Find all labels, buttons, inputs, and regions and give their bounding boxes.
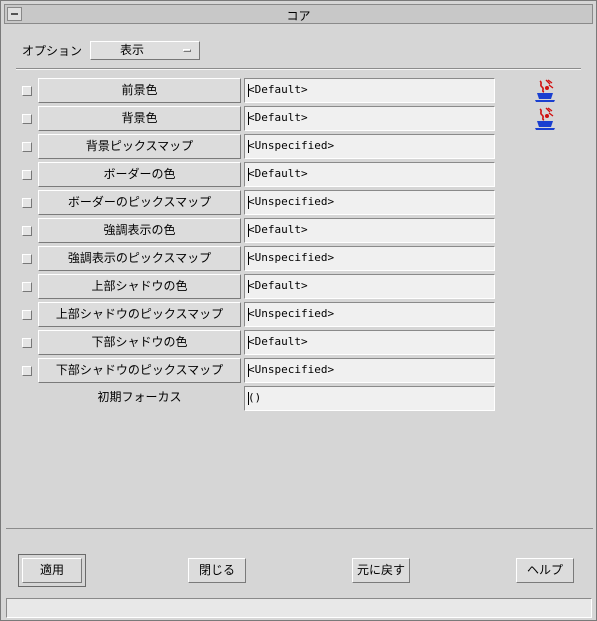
property-row: 上部シャドウのピックスマップ <Unspecified> [1,302,597,328]
property-name-button[interactable]: 前景色 [38,78,241,103]
property-name-button[interactable]: 上部シャドウのピックスマップ [38,302,241,327]
property-checkbox[interactable] [22,338,32,348]
color-editor-icon[interactable] [534,107,556,131]
property-checkbox[interactable] [22,282,32,292]
property-row: 上部シャドウの色 <Default> [1,274,597,300]
property-value-field[interactable]: <Default> [244,162,495,187]
property-name-button[interactable]: 下部シャドウのピックスマップ [38,358,241,383]
property-value-field[interactable]: <Unspecified> [244,302,495,327]
title-bar[interactable]: コア [4,4,593,24]
property-row: 前景色 <Default> [1,78,597,104]
property-value-field[interactable]: <Unspecified> [244,358,495,383]
window-title: コア [286,9,311,23]
property-row: ボーダーの色 <Default> [1,162,597,188]
property-name-button[interactable]: ボーダーのピックスマップ [38,190,241,215]
option-label: オプション [22,44,83,58]
properties-dialog: コア オプション 表示 前景色 <Default> 背景色 <Default> 背景ピッ… [0,0,597,621]
property-value-field[interactable]: <Default> [244,218,495,243]
property-checkbox[interactable] [22,114,32,124]
property-value-field[interactable]: <Unspecified> [244,190,495,215]
option-menu-indicator-icon [183,49,191,52]
color-editor-icon[interactable] [534,79,556,103]
property-value-field[interactable]: () [244,386,495,411]
property-value-field[interactable]: <Default> [244,106,495,131]
close-button[interactable]: 閉じる [188,558,246,583]
property-checkbox[interactable] [22,170,32,180]
property-checkbox[interactable] [22,226,32,236]
property-checkbox[interactable] [22,198,32,208]
property-name-button[interactable]: ボーダーの色 [38,162,241,187]
property-name-label: 初期フォーカス [97,390,182,404]
property-name-button[interactable]: 上部シャドウの色 [38,274,241,299]
help-button[interactable]: ヘルプ [516,558,574,583]
property-name-button[interactable]: 強調表示のピックスマップ [38,246,241,271]
property-name-button[interactable]: 強調表示の色 [38,218,241,243]
button-area [6,528,593,593]
property-row: 強調表示のピックスマップ <Unspecified> [1,246,597,272]
property-row: 下部シャドウのピックスマップ <Unspecified> [1,358,597,384]
property-row: 初期フォーカス () [1,386,597,412]
property-row: 背景ピックスマップ <Unspecified> [1,134,597,160]
separator [16,68,581,70]
property-row: 強調表示の色 <Default> [1,218,597,244]
property-value-field[interactable]: <Unspecified> [244,134,495,159]
property-row: 背景色 <Default> [1,106,597,132]
property-name-button[interactable]: 背景ピックスマップ [38,134,241,159]
property-value-field[interactable]: <Default> [244,78,495,103]
property-checkbox[interactable] [22,142,32,152]
option-menu-button[interactable]: 表示 [90,41,200,60]
apply-button[interactable]: 適用 [22,558,82,583]
property-value-field[interactable]: <Default> [244,274,495,299]
property-checkbox[interactable] [22,366,32,376]
property-checkbox[interactable] [22,310,32,320]
property-row: 下部シャドウの色 <Default> [1,330,597,356]
property-name-button[interactable]: 下部シャドウの色 [38,330,241,355]
property-checkbox[interactable] [22,86,32,96]
option-menu-value: 表示 [119,43,144,57]
property-value-field[interactable]: <Unspecified> [244,246,495,271]
property-value-field[interactable]: <Default> [244,330,495,355]
reset-button[interactable]: 元に戻す [352,558,410,583]
property-checkbox[interactable] [22,254,32,264]
property-name-button[interactable]: 背景色 [38,106,241,131]
property-row: ボーダーのピックスマップ <Unspecified> [1,190,597,216]
message-bar [6,598,592,618]
